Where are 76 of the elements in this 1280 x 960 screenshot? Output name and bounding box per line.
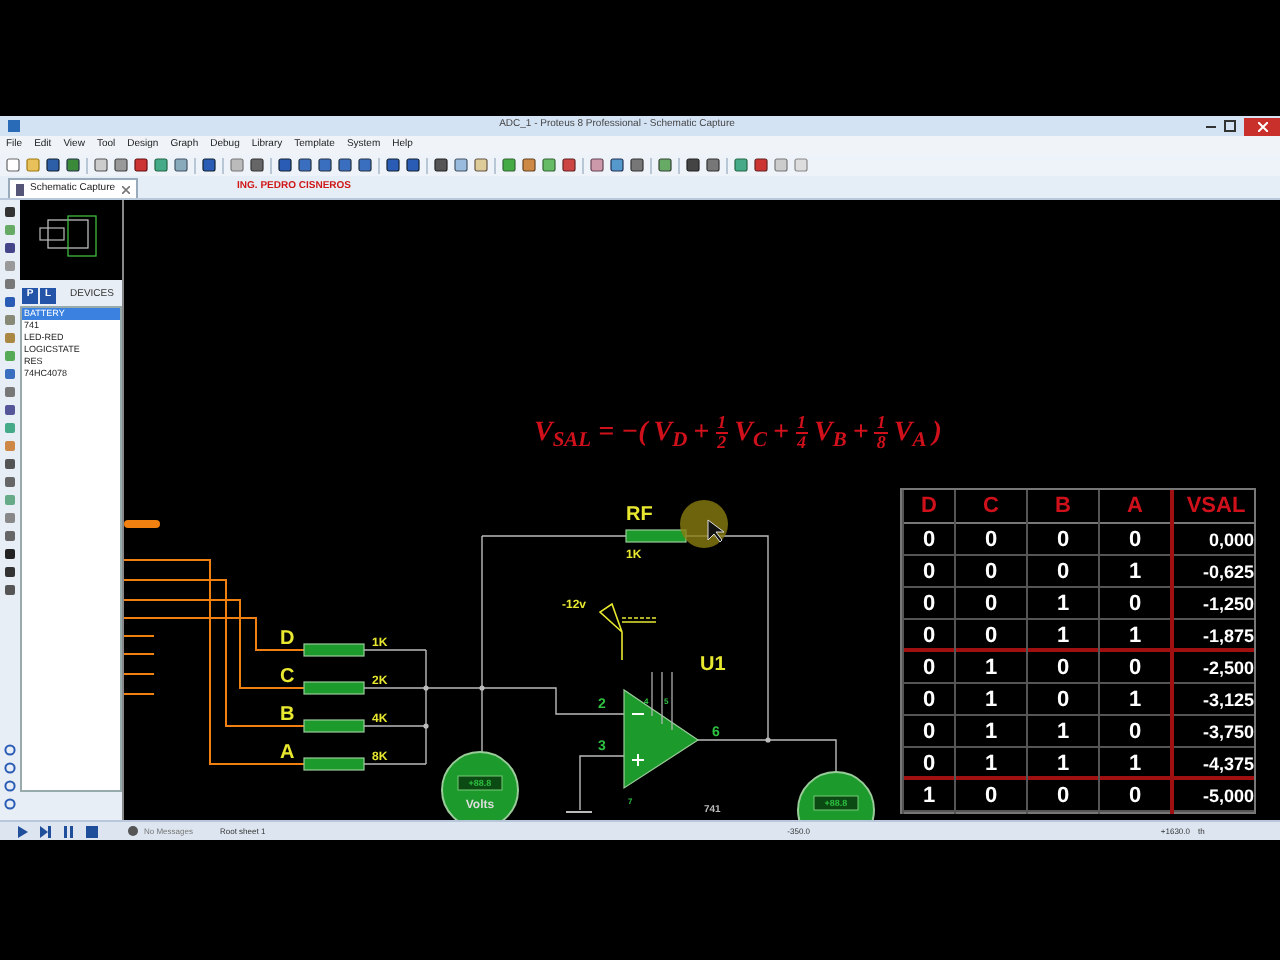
table-cell: 1 — [1026, 716, 1098, 749]
table-cell: 0 — [902, 620, 954, 653]
resistor — [303, 643, 365, 657]
close-button[interactable] — [1244, 117, 1280, 135]
table-cell: 1 — [954, 684, 1026, 717]
input-label: D — [280, 628, 295, 650]
table-cell: 0 — [902, 748, 954, 781]
table-cell: 1 — [1098, 748, 1170, 781]
table-cell: 0 — [1098, 652, 1170, 685]
table-cell: 0 — [954, 780, 1026, 813]
resistor-label: RF — [626, 504, 653, 526]
component-label: U1 — [700, 654, 726, 676]
table-cell: 0 — [1026, 684, 1098, 717]
input-label: A — [280, 742, 295, 764]
meter-display — [813, 795, 859, 811]
pause-icon[interactable] — [64, 825, 74, 837]
table-cell: 0 — [902, 716, 954, 749]
stop-icon[interactable] — [86, 825, 98, 837]
table-cell: 1 — [902, 780, 954, 813]
table-cell: -1,250 — [1170, 588, 1258, 621]
column-header: A — [1098, 490, 1170, 523]
table-cell: 0 — [1026, 556, 1098, 589]
supply-terminal — [598, 603, 657, 661]
table-cell: 1 — [1026, 620, 1098, 653]
table-cell: 0 — [1098, 780, 1170, 813]
table-cell: 0 — [1026, 524, 1098, 557]
table-cell: 1 — [1098, 684, 1170, 717]
table-cell: 1 — [1026, 748, 1098, 781]
resistor — [625, 529, 687, 543]
column-header: C — [954, 490, 1026, 523]
table-cell: 0 — [902, 556, 954, 589]
resistor — [303, 757, 365, 771]
table-cell: 0 — [1098, 524, 1170, 557]
info-icon — [128, 826, 138, 836]
table-cell: 1 — [954, 716, 1026, 749]
table-cell: 0 — [1026, 652, 1098, 685]
table-cell: -0,625 — [1170, 556, 1258, 589]
table-cell: 0,000 — [1170, 524, 1258, 557]
step-icon[interactable] — [40, 825, 52, 837]
table-cell: 0 — [902, 588, 954, 621]
table-cell: 0 — [902, 684, 954, 717]
table-cell: 1 — [1026, 588, 1098, 621]
table-cell: 0 — [1098, 588, 1170, 621]
table-cell: 0 — [902, 652, 954, 685]
table-cell: -3,125 — [1170, 684, 1258, 717]
table-cell: 0 — [954, 588, 1026, 621]
table-cell: 0 — [1098, 716, 1170, 749]
table-cell: 1 — [1098, 556, 1170, 589]
table-cell: 0 — [954, 556, 1026, 589]
column-header: B — [1026, 490, 1098, 523]
bus-stub — [124, 520, 160, 528]
table-cell: 1 — [1098, 620, 1170, 653]
input-label: C — [280, 666, 295, 688]
resistor — [303, 681, 365, 695]
opamp — [623, 688, 700, 790]
resistor — [303, 719, 365, 733]
table-cell: -1,875 — [1170, 620, 1258, 653]
minimize-icon[interactable] — [1206, 124, 1216, 128]
table-cell: 0 — [1026, 780, 1098, 813]
play-icon[interactable] — [18, 825, 28, 837]
restore-icon[interactable] — [1224, 120, 1236, 132]
close-icon[interactable] — [121, 185, 130, 193]
table-cell: -4,375 — [1170, 748, 1258, 781]
meter-display — [457, 775, 503, 791]
app-icon — [8, 120, 20, 132]
table-cell: -3,750 — [1170, 716, 1258, 749]
input-label: B — [280, 704, 295, 726]
table-cell: 1 — [954, 748, 1026, 781]
column-header: VSAL — [1170, 490, 1258, 523]
table-cell: 1 — [954, 652, 1026, 685]
column-header: D — [902, 490, 954, 523]
table-cell: 0 — [954, 620, 1026, 653]
table-cell: 0 — [902, 524, 954, 557]
table-cell: -5,000 — [1170, 780, 1258, 813]
table-cell: -2,500 — [1170, 652, 1258, 685]
table-cell: 0 — [954, 524, 1026, 557]
